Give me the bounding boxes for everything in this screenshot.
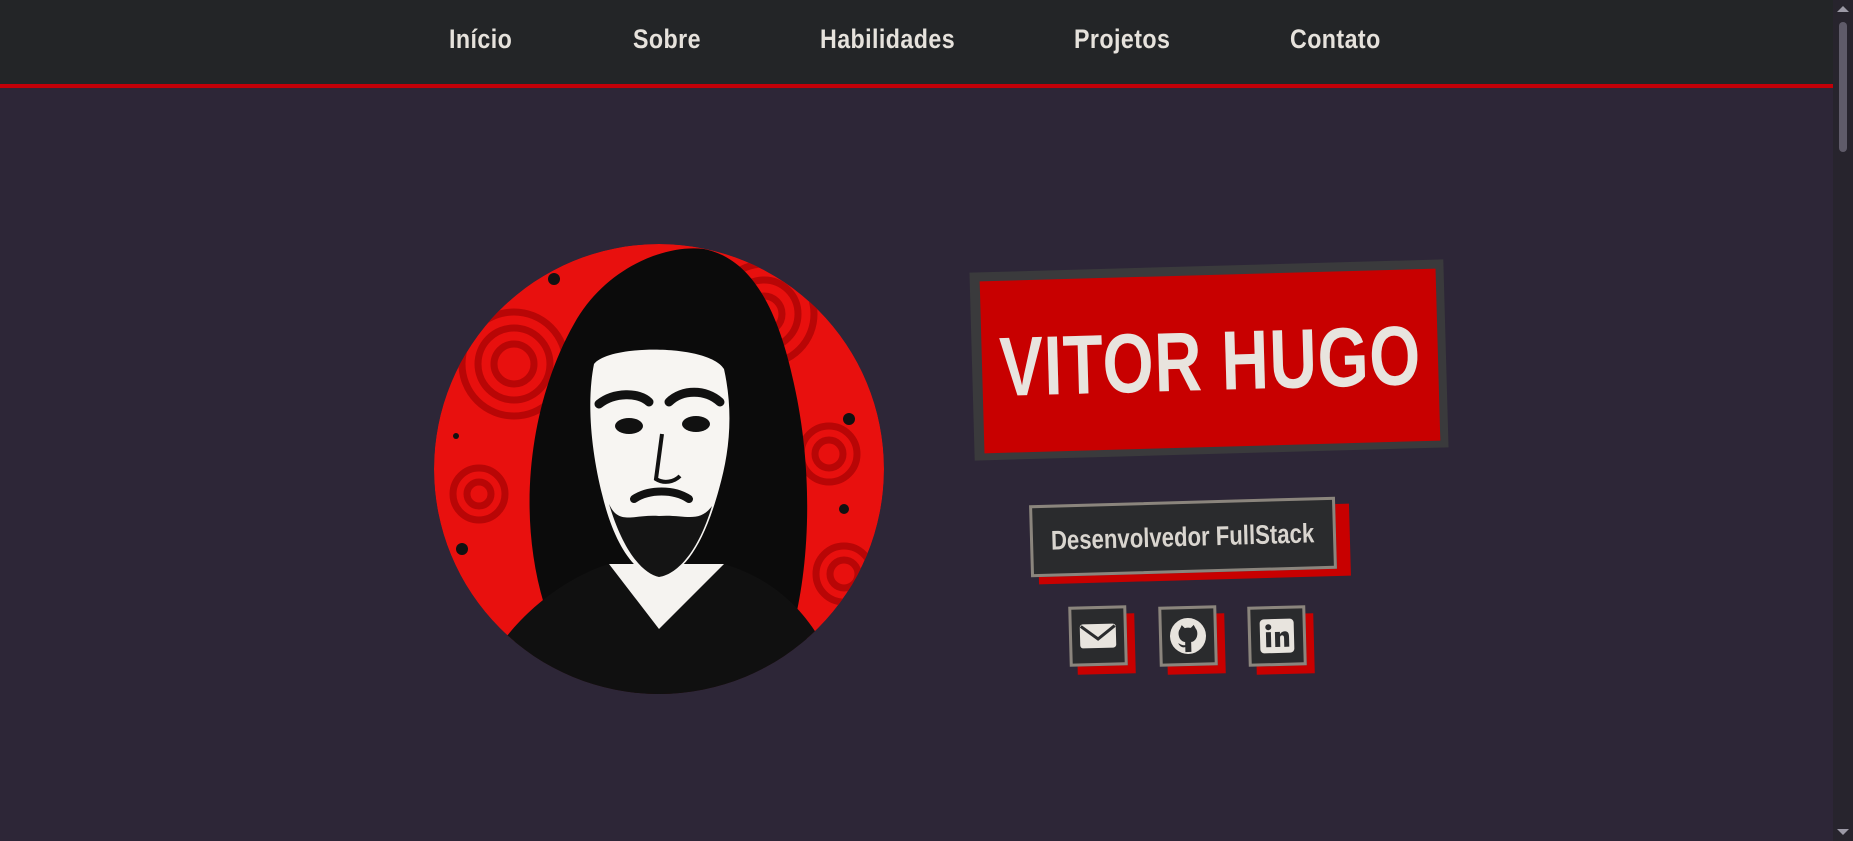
role-box: Desenvolvedor FullStack	[1029, 496, 1337, 578]
profile-avatar	[434, 244, 884, 694]
scroll-down-arrow-icon[interactable]	[1837, 829, 1849, 835]
github-icon	[1170, 618, 1206, 654]
linkedin-icon	[1259, 618, 1295, 654]
github-button-face[interactable]	[1158, 605, 1218, 667]
email-button-face[interactable]	[1068, 605, 1128, 667]
nav-item-habilidades[interactable]: Habilidades	[820, 24, 955, 55]
page-scrollbar[interactable]	[1833, 0, 1853, 841]
scroll-up-arrow-icon[interactable]	[1837, 6, 1849, 12]
email-link-button[interactable]	[1068, 605, 1136, 675]
linkedin-button-face[interactable]	[1247, 605, 1307, 667]
top-navbar: Início Sobre Habilidades Projetos Contat…	[0, 0, 1833, 88]
hero-name: VITOR HUGO	[997, 307, 1423, 414]
scroll-thumb[interactable]	[1839, 22, 1847, 152]
github-link-button[interactable]	[1158, 605, 1226, 675]
nav-item-projetos[interactable]: Projetos	[1074, 24, 1170, 55]
portrait-illustration-icon	[434, 244, 884, 694]
name-box: VITOR HUGO	[979, 268, 1441, 454]
envelope-icon	[1079, 623, 1117, 649]
linkedin-link-button[interactable]	[1247, 605, 1315, 675]
nav-item-sobre[interactable]: Sobre	[633, 24, 701, 55]
hero-role: Desenvolvedor FullStack	[1050, 517, 1316, 556]
nav-item-contato[interactable]: Contato	[1290, 24, 1381, 55]
nav-item-inicio[interactable]: Início	[449, 24, 512, 55]
